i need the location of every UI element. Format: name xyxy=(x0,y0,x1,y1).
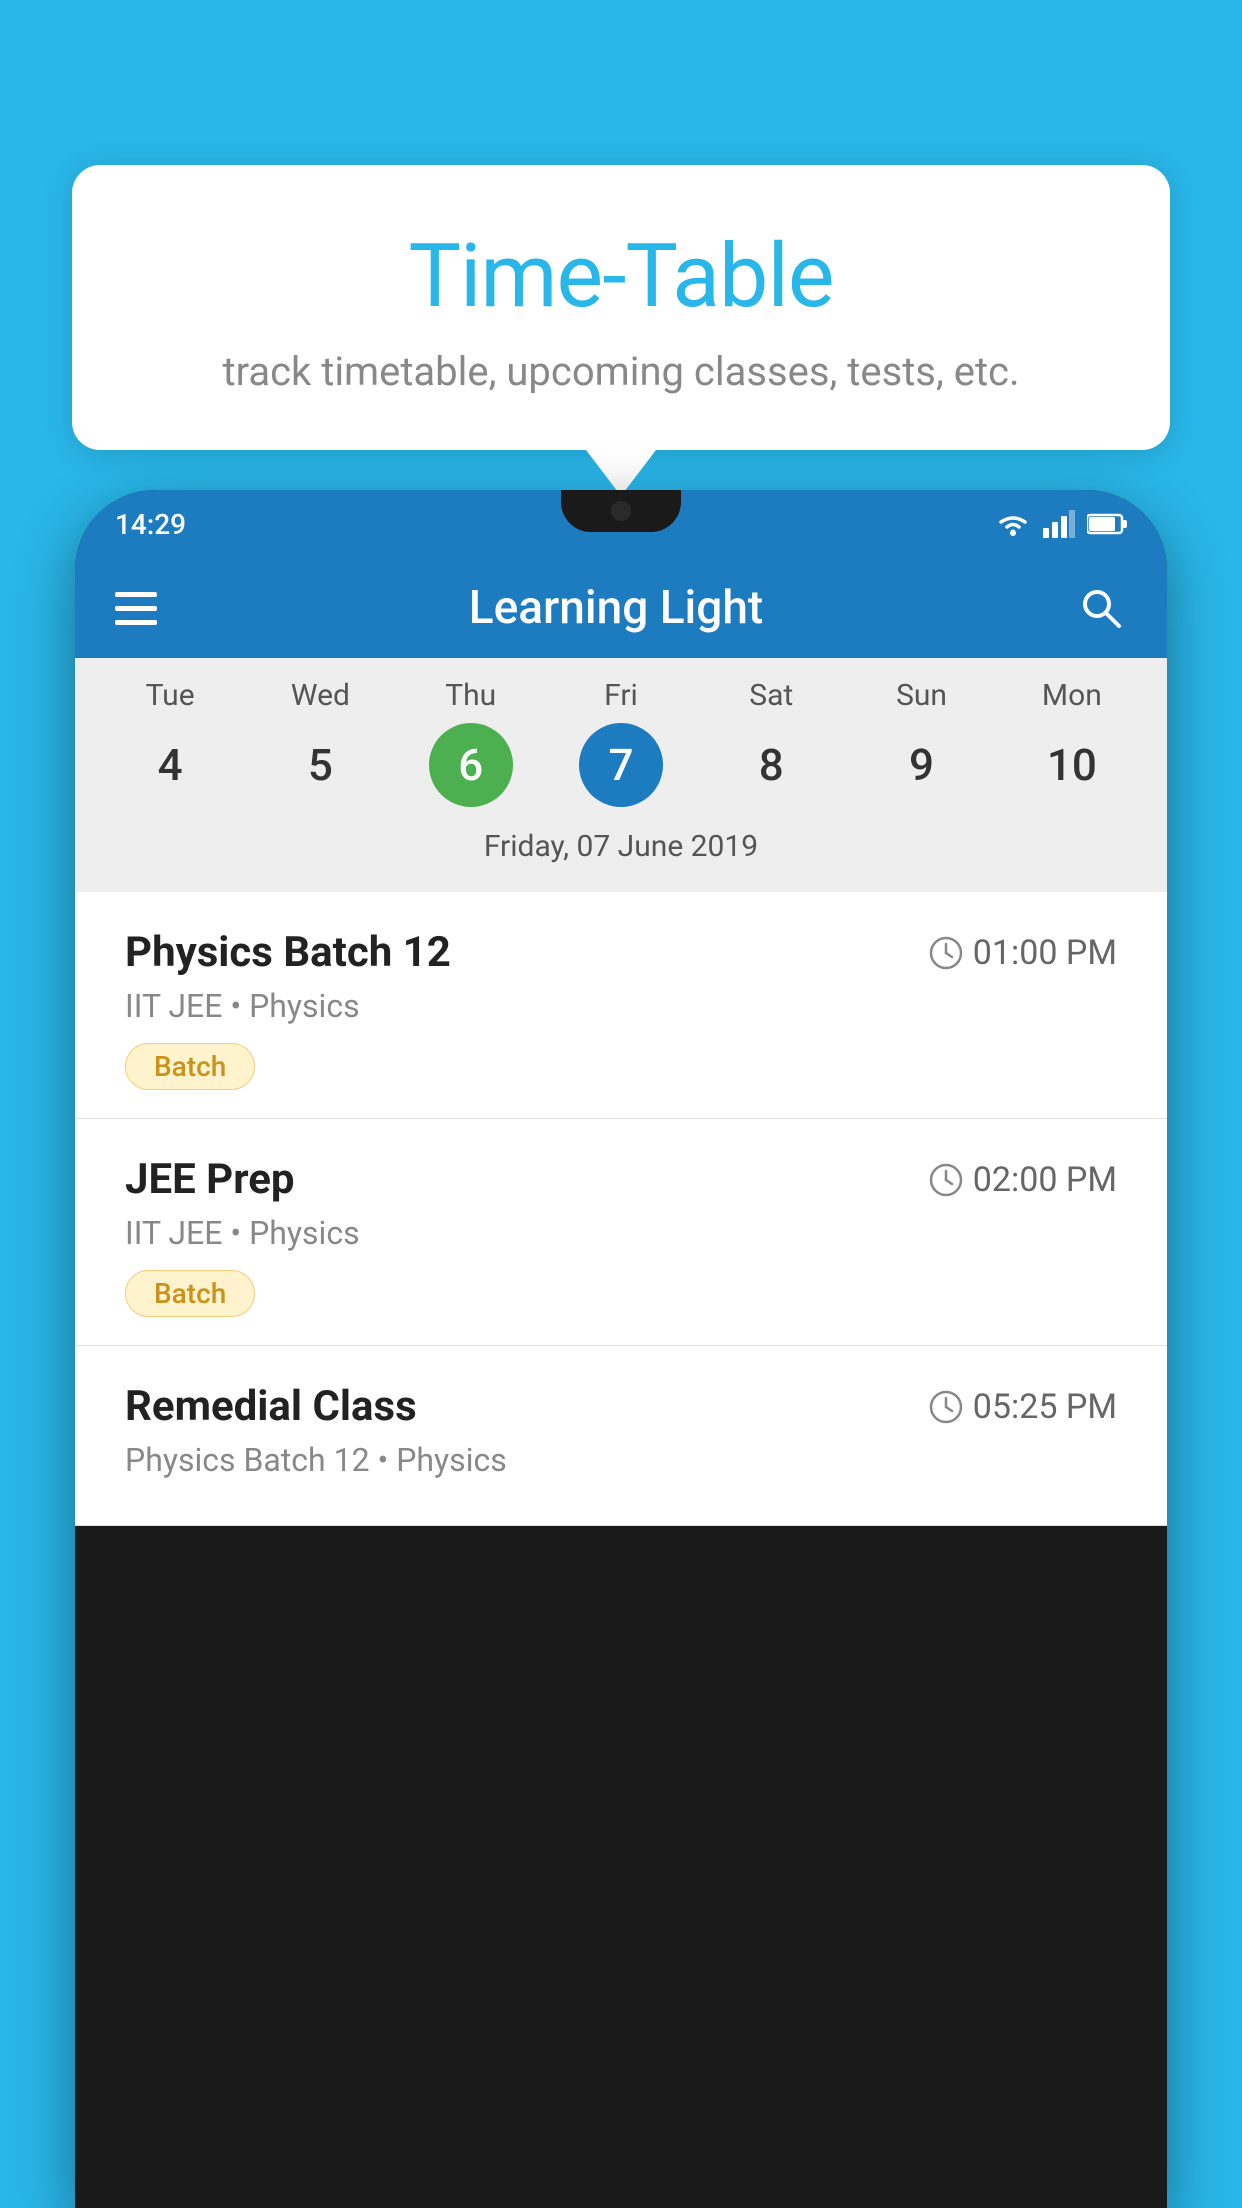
schedule-item-header-1: Physics Batch 12 01:00 PM xyxy=(125,928,1117,977)
schedule-item-1[interactable]: Physics Batch 12 01:00 PM IIT JEE • Phys… xyxy=(75,892,1167,1119)
hamburger-line xyxy=(115,606,157,611)
feature-subtitle: track timetable, upcoming classes, tests… xyxy=(132,348,1110,395)
day-num-fri: 7 xyxy=(579,723,663,807)
clock-icon-1 xyxy=(929,936,963,970)
schedule-sub-3: Physics Batch 12 • Physics xyxy=(125,1441,1117,1479)
phone-screen: Tue 4 Wed 5 Thu 6 Fri 7 Sat 8 xyxy=(75,658,1167,1526)
day-num-sun: 9 xyxy=(880,723,964,807)
schedule-time-2: 02:00 PM xyxy=(929,1160,1117,1200)
day-num-mon: 10 xyxy=(1030,723,1114,807)
app-bar: Learning Light xyxy=(75,558,1167,658)
wifi-icon xyxy=(995,510,1031,538)
hamburger-line xyxy=(115,620,157,625)
schedule-sub-2: IIT JEE • Physics xyxy=(125,1214,1117,1252)
feature-title: Time-Table xyxy=(132,225,1110,328)
day-num-wed: 5 xyxy=(278,723,362,807)
camera xyxy=(611,501,631,521)
status-time: 14:29 xyxy=(115,508,186,541)
day-num-tue: 4 xyxy=(128,723,212,807)
schedule-list: Physics Batch 12 01:00 PM IIT JEE • Phys… xyxy=(75,892,1167,1526)
feature-card: Time-Table track timetable, upcoming cla… xyxy=(72,165,1170,450)
day-num-sat: 8 xyxy=(729,723,813,807)
hamburger-menu-button[interactable] xyxy=(115,592,157,625)
clock-icon-2 xyxy=(929,1163,963,1197)
schedule-item-2[interactable]: JEE Prep 02:00 PM IIT JEE • Physics Batc… xyxy=(75,1119,1167,1346)
day-num-thu: 6 xyxy=(429,723,513,807)
day-mon[interactable]: Mon 10 xyxy=(1012,678,1132,807)
batch-badge-1: Batch xyxy=(125,1043,255,1090)
day-name-thu: Thu xyxy=(445,678,496,713)
app-title: Learning Light xyxy=(469,581,764,635)
schedule-title-2: JEE Prep xyxy=(125,1155,295,1204)
day-thu[interactable]: Thu 6 xyxy=(411,678,531,807)
day-name-mon: Mon xyxy=(1042,678,1102,713)
schedule-title-3: Remedial Class xyxy=(125,1382,417,1431)
battery-icon xyxy=(1087,512,1127,536)
search-button[interactable] xyxy=(1075,582,1127,634)
status-bar: 14:29 xyxy=(75,490,1167,558)
schedule-sub-1: IIT JEE • Physics xyxy=(125,987,1117,1025)
schedule-time-1: 01:00 PM xyxy=(929,933,1117,973)
day-name-wed: Wed xyxy=(291,678,350,713)
day-sun[interactable]: Sun 9 xyxy=(862,678,982,807)
schedule-item-3[interactable]: Remedial Class 05:25 PM Physics Batch 12… xyxy=(75,1346,1167,1526)
days-row: Tue 4 Wed 5 Thu 6 Fri 7 Sat 8 xyxy=(75,678,1167,807)
schedule-title-1: Physics Batch 12 xyxy=(125,928,451,977)
search-icon xyxy=(1079,586,1123,630)
schedule-time-3: 05:25 PM xyxy=(929,1387,1117,1427)
day-tue[interactable]: Tue 4 xyxy=(110,678,230,807)
schedule-item-header-3: Remedial Class 05:25 PM xyxy=(125,1382,1117,1431)
day-fri[interactable]: Fri 7 xyxy=(561,678,681,807)
schedule-item-header-2: JEE Prep 02:00 PM xyxy=(125,1155,1117,1204)
phone-frame: 14:29 xyxy=(75,490,1167,2208)
hamburger-line xyxy=(115,592,157,597)
batch-badge-2: Batch xyxy=(125,1270,255,1317)
clock-icon-3 xyxy=(929,1390,963,1424)
day-name-fri: Fri xyxy=(604,678,638,713)
day-name-tue: Tue xyxy=(146,678,195,713)
selected-date: Friday, 07 June 2019 xyxy=(75,815,1167,882)
day-sat[interactable]: Sat 8 xyxy=(711,678,831,807)
notch xyxy=(561,490,681,532)
day-wed[interactable]: Wed 5 xyxy=(260,678,380,807)
day-name-sat: Sat xyxy=(749,678,793,713)
status-icons xyxy=(995,510,1127,538)
day-name-sun: Sun xyxy=(896,678,947,713)
signal-icon xyxy=(1043,510,1075,538)
calendar-strip: Tue 4 Wed 5 Thu 6 Fri 7 Sat 8 xyxy=(75,658,1167,892)
